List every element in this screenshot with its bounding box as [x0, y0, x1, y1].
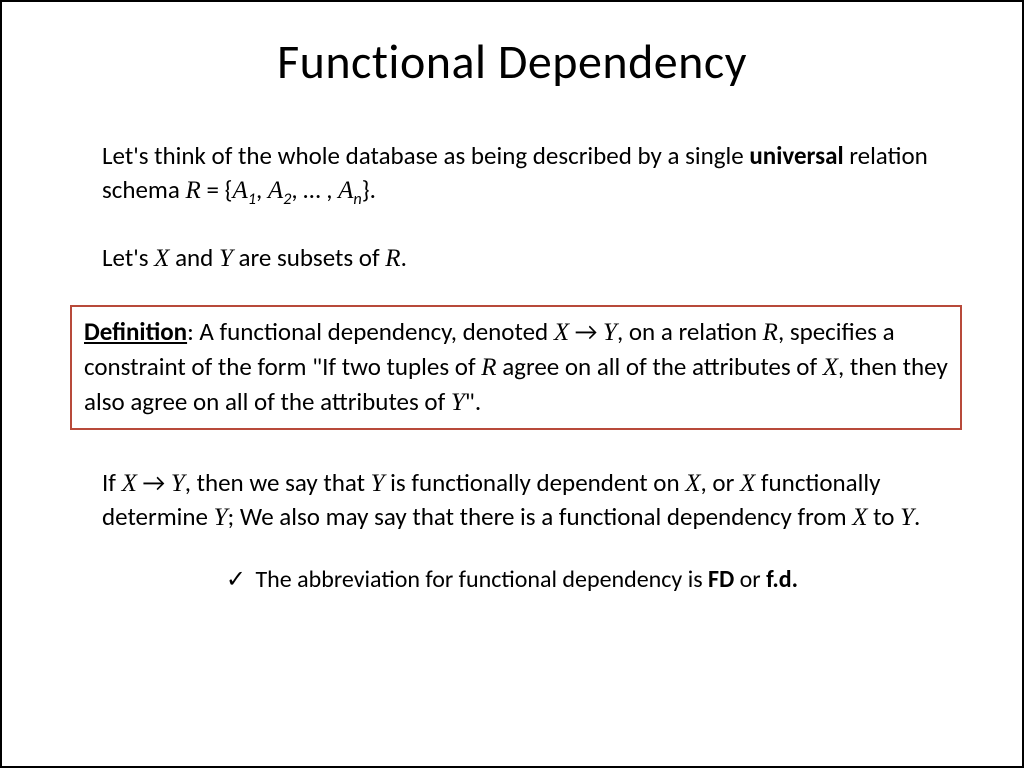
- text: .: [401, 242, 407, 273]
- text: ".: [465, 386, 481, 417]
- math-X: X: [740, 470, 755, 497]
- text: If: [102, 467, 122, 498]
- slide-content-lower: If X → Y, then we say that Y is function…: [2, 466, 1022, 536]
- math-X: X: [554, 319, 569, 346]
- subsets-paragraph: Let's X and Y are subsets of R.: [102, 241, 942, 276]
- text: or: [734, 565, 766, 594]
- math-X: X: [154, 245, 169, 272]
- subscript: n: [353, 190, 361, 209]
- text: to: [867, 501, 900, 532]
- text: : A functional dependency, denoted: [187, 316, 554, 347]
- text: Let's think of the whole database as bei…: [102, 140, 749, 171]
- text-bold: FD: [708, 565, 734, 594]
- text: and: [169, 242, 219, 273]
- text: ,: [256, 174, 268, 205]
- text: ; We also may say that there is a functi…: [228, 501, 853, 532]
- math-Y: Y: [451, 389, 465, 416]
- text: , or: [701, 467, 740, 498]
- math-Y: Y: [171, 470, 185, 497]
- text-bold: f.d.: [766, 565, 798, 594]
- text: is functionally dependent on: [385, 467, 686, 498]
- arrow: →: [137, 467, 171, 498]
- text-bold: universal: [749, 140, 843, 171]
- math-A: A: [338, 177, 353, 204]
- definition-box: Definition: A functional dependency, den…: [70, 305, 962, 429]
- text: , then we say that: [185, 467, 371, 498]
- math-A: A: [268, 177, 283, 204]
- math-X: X: [852, 504, 867, 531]
- explanation-paragraph: If X → Y, then we say that Y is function…: [102, 466, 942, 536]
- text: , … ,: [291, 174, 338, 205]
- arrow: →: [569, 316, 603, 347]
- math-Y: Y: [900, 504, 914, 531]
- definition-text: Definition: A functional dependency, den…: [84, 315, 948, 419]
- math-Y: Y: [214, 504, 228, 531]
- math-A: A: [232, 177, 247, 204]
- math-X: X: [823, 354, 838, 381]
- slide-container: Functional Dependency Let's think of the…: [0, 0, 1024, 768]
- math-Y: Y: [371, 470, 385, 497]
- footer-note: ✓ The abbreviation for functional depend…: [2, 565, 1022, 594]
- slide-content: Let's think of the whole database as bei…: [2, 139, 1022, 275]
- text: agree on all of the attributes of: [497, 351, 823, 382]
- math-Y: Y: [219, 245, 233, 272]
- definition-label: Definition: [84, 316, 187, 347]
- math-R: R: [481, 354, 496, 381]
- math-R: R: [186, 177, 201, 204]
- check-icon: ✓: [226, 565, 246, 594]
- math-X: X: [122, 470, 137, 497]
- text: The abbreviation for functional dependen…: [250, 565, 708, 594]
- math-R: R: [763, 319, 778, 346]
- text: .: [914, 501, 920, 532]
- math-X: X: [685, 470, 700, 497]
- math-Y: Y: [603, 319, 617, 346]
- subscript: 1: [248, 190, 256, 209]
- text: }.: [362, 174, 376, 205]
- text: Let's: [102, 242, 154, 273]
- text: are subsets of: [233, 242, 385, 273]
- intro-paragraph: Let's think of the whole database as bei…: [102, 139, 942, 211]
- math-R: R: [385, 245, 400, 272]
- text: , on a relation: [617, 316, 763, 347]
- slide-title: Functional Dependency: [2, 32, 1022, 91]
- text: = {: [201, 174, 233, 205]
